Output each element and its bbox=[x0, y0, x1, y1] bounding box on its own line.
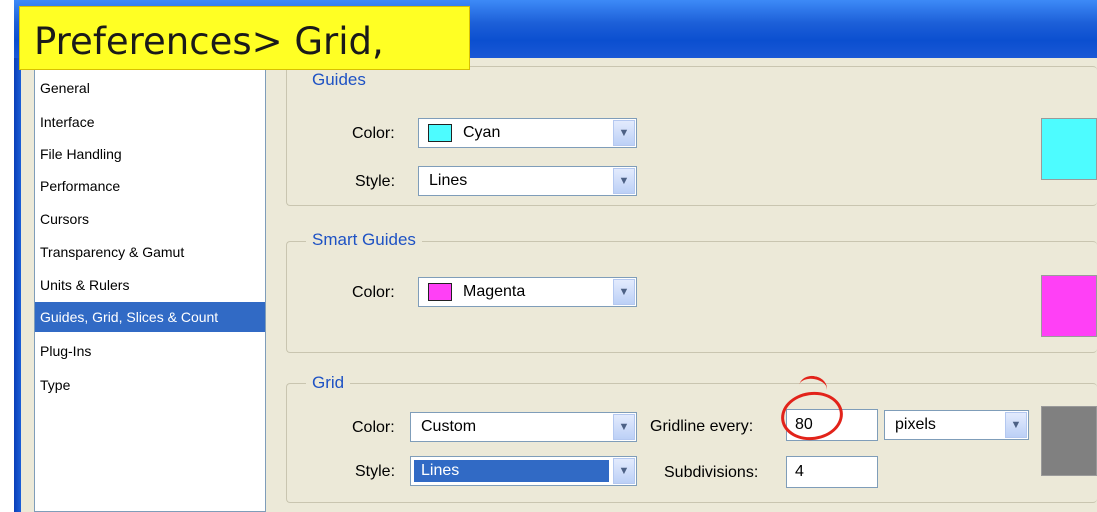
grid-units-select[interactable]: pixels ▼ bbox=[884, 410, 1029, 440]
chevron-down-icon: ▼ bbox=[613, 458, 635, 484]
grid-style-select[interactable]: Lines ▼ bbox=[410, 456, 637, 486]
sidebar-item-performance[interactable]: Performance bbox=[35, 171, 265, 201]
sidebar-item-plug-ins[interactable]: Plug-Ins bbox=[35, 336, 265, 366]
grid-units-value: pixels bbox=[895, 416, 936, 433]
grid-style-label: Style: bbox=[355, 463, 396, 480]
guides-color-value: Cyan bbox=[463, 124, 501, 141]
chevron-down-icon: ▼ bbox=[613, 120, 635, 146]
chevron-down-icon: ▼ bbox=[1005, 412, 1027, 438]
guides-color-select[interactable]: Cyan ▼ bbox=[418, 118, 637, 148]
smart-guides-color-value: Magenta bbox=[463, 283, 526, 300]
subdivisions-label: Subdivisions: bbox=[664, 464, 759, 481]
grid-legend: Grid bbox=[306, 373, 351, 393]
window-frame-left bbox=[14, 58, 21, 512]
smart-guides-color-swatch bbox=[428, 283, 452, 301]
sidebar-item-transparency-gamut[interactable]: Transparency & Gamut bbox=[35, 237, 265, 267]
guides-color-label: Color: bbox=[352, 125, 395, 142]
smart-guides-color-preview[interactable] bbox=[1041, 275, 1097, 337]
grid-section bbox=[286, 383, 1097, 503]
preferences-sidebar: General Interface File Handling Performa… bbox=[34, 58, 266, 512]
guides-style-value: Lines bbox=[429, 172, 468, 189]
guides-style-select[interactable]: Lines ▼ bbox=[418, 166, 637, 196]
guides-legend: Guides bbox=[306, 70, 372, 90]
smart-guides-legend: Smart Guides bbox=[306, 230, 422, 250]
smart-guides-section bbox=[286, 241, 1097, 353]
grid-color-label: Color: bbox=[352, 419, 395, 436]
guides-section bbox=[286, 66, 1097, 206]
sidebar-item-file-handling[interactable]: File Handling bbox=[35, 139, 265, 169]
chevron-down-icon: ▼ bbox=[613, 279, 635, 305]
gridline-every-label: Gridline every: bbox=[650, 418, 754, 435]
grid-style-value: Lines bbox=[421, 462, 460, 479]
chevron-down-icon: ▼ bbox=[613, 168, 635, 194]
sidebar-item-cursors[interactable]: Cursors bbox=[35, 204, 265, 234]
smart-guides-color-select[interactable]: Magenta ▼ bbox=[418, 277, 637, 307]
smart-guides-color-label: Color: bbox=[352, 284, 395, 301]
guides-color-swatch bbox=[428, 124, 452, 142]
subdivisions-input[interactable]: 4 bbox=[786, 456, 878, 488]
grid-color-select[interactable]: Custom ▼ bbox=[410, 412, 637, 442]
sidebar-item-units-rulers[interactable]: Units & Rulers bbox=[35, 270, 265, 300]
sidebar-item-interface[interactable]: Interface bbox=[35, 107, 265, 137]
sidebar-item-guides-grid-slices-count[interactable]: Guides, Grid, Slices & Count bbox=[35, 302, 265, 332]
guides-color-preview[interactable] bbox=[1041, 118, 1097, 180]
sidebar-item-general[interactable]: General bbox=[35, 73, 265, 103]
sidebar-item-type[interactable]: Type bbox=[35, 370, 265, 400]
guides-style-label: Style: bbox=[355, 173, 396, 190]
grid-color-preview[interactable] bbox=[1041, 406, 1097, 476]
grid-color-value: Custom bbox=[421, 418, 477, 435]
tutorial-annotation-label: Preferences> Grid, bbox=[19, 6, 470, 70]
chevron-down-icon: ▼ bbox=[613, 414, 635, 440]
